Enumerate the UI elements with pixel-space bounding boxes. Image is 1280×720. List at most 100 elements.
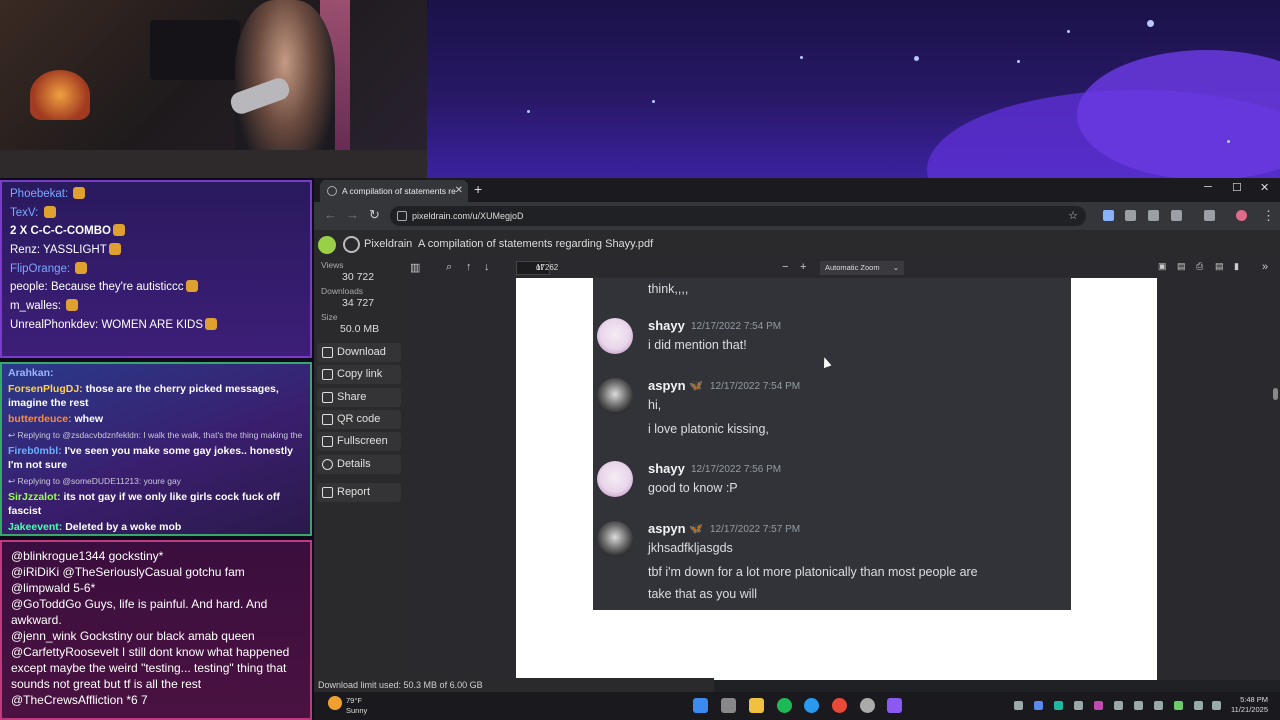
tab-search-icon[interactable]	[1204, 210, 1215, 221]
file-explorer-icon[interactable]	[749, 698, 764, 713]
chat-username[interactable]: butterdeuce:	[8, 413, 72, 425]
tools-menu-icon[interactable]: »	[1262, 261, 1268, 273]
star	[527, 110, 530, 113]
chat-username[interactable]: Renz:	[10, 244, 40, 256]
pixeldrain-logo-icon[interactable]	[343, 236, 360, 253]
new-tab-icon[interactable]: +	[474, 181, 482, 197]
emote-icon	[108, 243, 121, 256]
zoom-out-icon[interactable]: −	[782, 261, 788, 273]
bookmark-icon[interactable]: ▮	[1234, 261, 1239, 272]
pixeldrain-brand[interactable]: Pixeldrain	[364, 238, 412, 250]
tray-app-icon[interactable]	[1034, 701, 1043, 710]
chat-username[interactable]: @CarfettyRoosevelt	[11, 645, 119, 659]
chat-username[interactable]: @GoToddGo	[11, 597, 81, 611]
profile-avatar-icon[interactable]	[1236, 210, 1247, 221]
presentation-icon[interactable]: ▣	[1158, 261, 1167, 272]
chat-username[interactable]: @limpwald	[11, 581, 70, 595]
copy-link-button[interactable]: Copy link	[317, 365, 401, 384]
tray-app-icon[interactable]	[1114, 701, 1123, 710]
report-button[interactable]: Report	[317, 483, 401, 502]
chat-username[interactable]: @iRiDiKi	[11, 565, 59, 579]
tray-app-icon[interactable]	[1054, 701, 1063, 710]
tray-app-icon[interactable]	[1154, 701, 1163, 710]
chat-username[interactable]: @jenn_wink	[11, 629, 77, 643]
tray-app-icon[interactable]	[1094, 701, 1103, 710]
bookmark-star-icon[interactable]: ☆	[1068, 206, 1078, 226]
volume-icon[interactable]	[1212, 701, 1221, 710]
browser-tab[interactable]: A compilation of statements re ✕	[320, 180, 468, 202]
fullscreen-button[interactable]: Fullscreen	[317, 432, 401, 451]
chat-username[interactable]: Phoebekat:	[10, 188, 68, 200]
chat-username[interactable]: ForsenPlugDJ:	[8, 383, 83, 395]
app-icon[interactable]	[887, 698, 902, 713]
chat-username[interactable]: Arahkan:	[8, 367, 54, 379]
chat-username[interactable]: @blinkrogue1344	[11, 549, 105, 563]
chat-username[interactable]: m_walles:	[10, 300, 61, 312]
url-text: pixeldrain.com/u/XUMegjoD	[412, 211, 524, 221]
qr-code-button[interactable]: QR code	[317, 410, 401, 429]
tray-chevron-icon[interactable]	[1014, 701, 1023, 710]
back-icon[interactable]: ←	[324, 207, 337, 222]
extension-icon[interactable]	[1103, 210, 1114, 221]
tray-app-icon[interactable]	[1134, 701, 1143, 710]
zoom-select[interactable]: Automatic Zoom ⌄	[820, 261, 904, 275]
close-tab-icon[interactable]: ✕	[455, 180, 463, 202]
chat-username[interactable]: Fireb0mbl:	[8, 445, 62, 457]
zoom-value: Automatic Zoom	[825, 263, 880, 272]
extension-icon[interactable]	[1148, 210, 1159, 221]
chat-username[interactable]: @TheCrewsAffliction	[11, 693, 123, 707]
tray-app-icon[interactable]	[1174, 701, 1183, 710]
star	[1147, 20, 1154, 27]
open-file-icon[interactable]: ▤	[1177, 261, 1186, 272]
find-icon[interactable]: ⌕	[446, 261, 452, 274]
start-icon[interactable]	[693, 698, 708, 713]
chrome-icon[interactable]	[832, 698, 847, 713]
previous-page-icon[interactable]: ↑	[466, 261, 472, 273]
edge-icon[interactable]	[804, 698, 819, 713]
menu-toggle-icon[interactable]	[318, 236, 336, 254]
viewer-scrollbar[interactable]	[1273, 388, 1278, 400]
download-limit-status: Download limit used: 50.3 MB of 6.00 GB	[314, 678, 714, 692]
download-button[interactable]: Download	[317, 343, 401, 362]
chat-username[interactable]: people:	[10, 281, 48, 293]
message-text: hi,	[648, 398, 662, 412]
system-clock[interactable]: 5:48 PM 11/21/2025	[1231, 695, 1268, 715]
forward-icon[interactable]: →	[346, 207, 359, 222]
browser-menu-icon[interactable]: ⋮	[1262, 208, 1275, 224]
network-icon[interactable]	[1194, 701, 1203, 710]
pdf-viewer[interactable]: think,,,, shayy 12/17/2022 7:54 PM i did me…	[404, 278, 1280, 680]
message-username: aspyn	[648, 378, 686, 393]
next-page-icon[interactable]: ↓	[484, 261, 490, 273]
chat-username[interactable]: TexV:	[10, 207, 38, 219]
share-button[interactable]: Share	[317, 388, 401, 407]
reload-icon[interactable]: ↻	[369, 207, 380, 223]
print-icon[interactable]: ⎙	[1196, 261, 1203, 272]
minimize-icon[interactable]: ─	[1204, 181, 1212, 193]
butterfly-icon: 🦋	[689, 380, 703, 392]
chat-username[interactable]: Jakeevent:	[8, 521, 62, 533]
details-button[interactable]: Details	[317, 455, 401, 474]
desk	[0, 150, 427, 178]
obs-icon[interactable]	[860, 698, 875, 713]
task-view-icon[interactable]	[721, 698, 736, 713]
extension-icon[interactable]	[1125, 210, 1136, 221]
chat-message: ↩ Replying to @zsdacvbdznfekldn: I walk …	[8, 428, 304, 442]
chat-username[interactable]: FlipOrange:	[10, 263, 70, 275]
url-input[interactable]: pixeldrain.com/u/XUMegjoD ☆	[390, 206, 1086, 226]
extensions-puzzle-icon[interactable]	[1171, 210, 1182, 221]
weather-sun-icon[interactable]	[328, 696, 342, 710]
maximize-icon[interactable]: ☐	[1232, 181, 1242, 194]
chat-username[interactable]: SirJzzalot:	[8, 491, 61, 503]
tray-app-icon[interactable]	[1074, 701, 1083, 710]
spotify-icon[interactable]	[777, 698, 792, 713]
zoom-in-icon[interactable]: +	[800, 261, 806, 273]
save-icon[interactable]: ▤	[1215, 261, 1224, 272]
weather-temp[interactable]: 79°F	[346, 696, 362, 705]
discord-screenshot: think,,,, shayy 12/17/2022 7:54 PM i did me…	[593, 278, 1071, 610]
chat-message: @jenn_wink Gockstiny our black amab quee…	[11, 628, 301, 644]
chat-username[interactable]: UnrealPhonkdev:	[10, 319, 98, 331]
sidebar-toggle-icon[interactable]: ▥	[410, 261, 420, 274]
close-window-icon[interactable]: ✕	[1260, 181, 1269, 194]
weather-desc[interactable]: Sunny	[346, 706, 367, 715]
site-info-icon[interactable]	[397, 211, 407, 221]
